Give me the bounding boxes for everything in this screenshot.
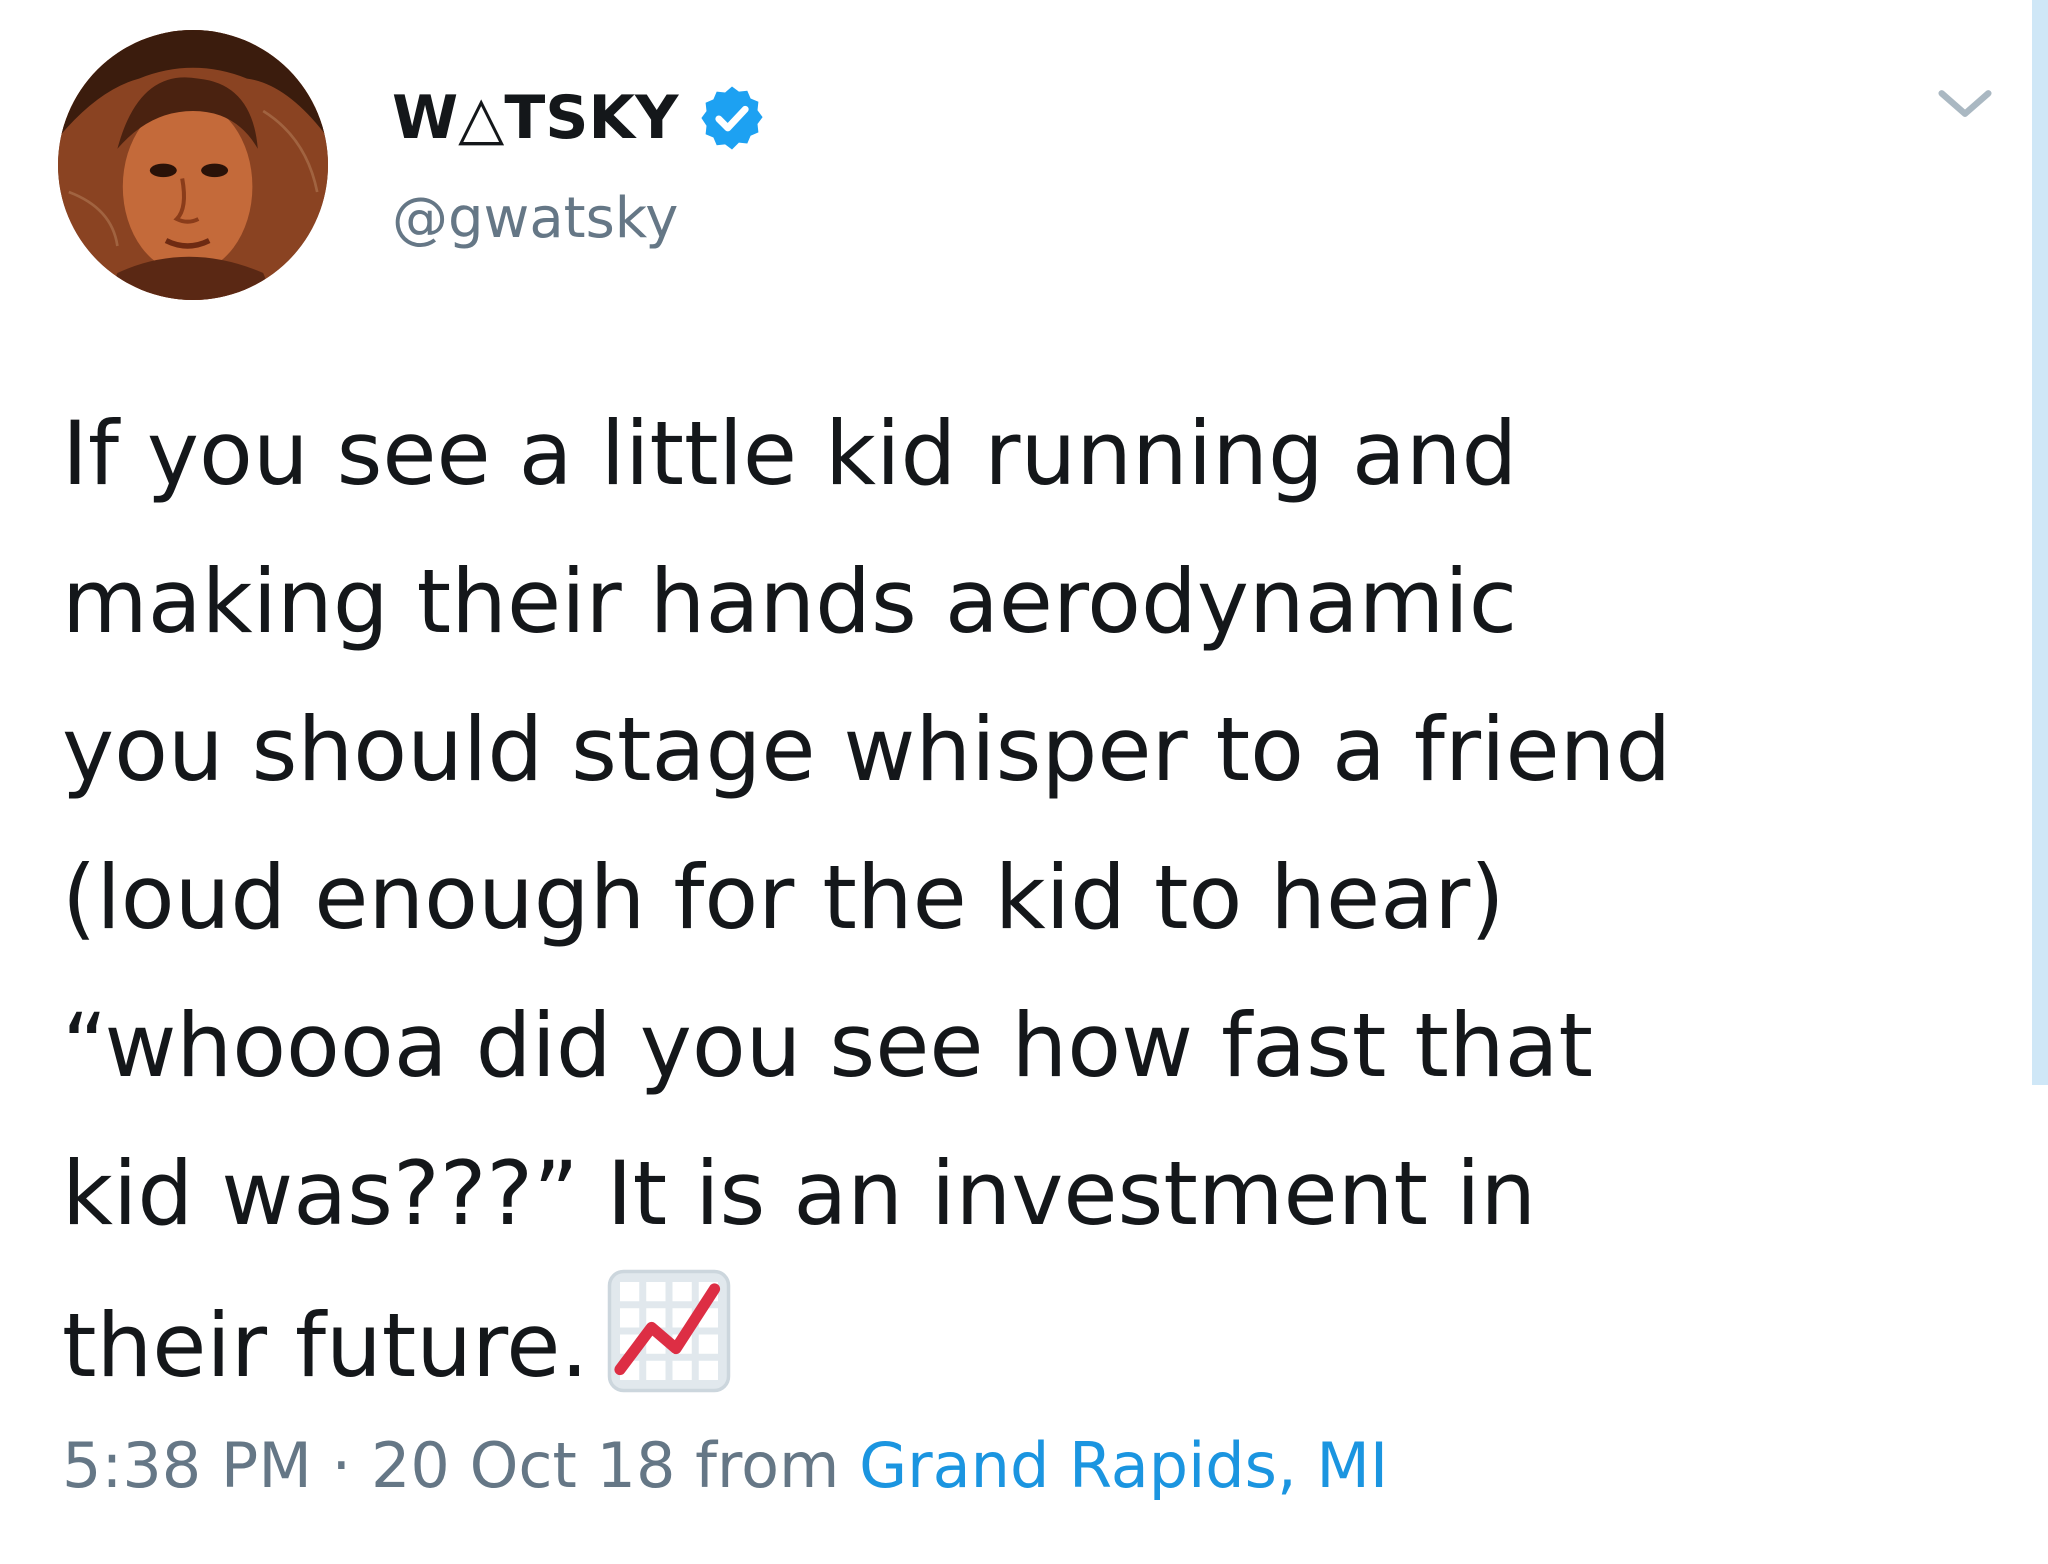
avatar[interactable]	[58, 30, 328, 300]
location-link[interactable]: Grand Rapids, MI	[859, 1429, 1388, 1502]
chart-increasing-icon	[608, 1269, 731, 1393]
tweet-text-line: their future.	[62, 1294, 589, 1397]
chevron-down-icon[interactable]	[1930, 70, 2000, 140]
tweet-time[interactable]: 5:38 PM	[62, 1429, 312, 1502]
tweet-meta: 5:38 PM · 20 Oct 18 from Grand Rapids, M…	[62, 1426, 1388, 1506]
tweet-text-line: If you see a little kid running and	[62, 402, 1518, 505]
tweet-text-line: making their hands aerodynamic	[62, 550, 1518, 653]
tweet-text-line: kid was???” It is an investment in	[62, 1142, 1537, 1245]
scroll-indicator	[2032, 0, 2048, 1085]
tweet-card: W△TSKY @gwatsky If you see a little kid …	[0, 0, 2048, 1564]
tweet-text: If you see a little kid running and maki…	[62, 380, 1942, 1420]
tweet-text-line: you should stage whisper to a friend	[62, 698, 1672, 801]
user-handle[interactable]: @gwatsky	[392, 184, 678, 254]
meta-separator: ·	[331, 1429, 352, 1502]
from-label: from	[695, 1429, 840, 1502]
tweet-text-line: “whoooa did you see how fast that	[62, 994, 1594, 1097]
verified-badge-icon	[701, 86, 764, 150]
tweet-text-line: (loud enough for the kid to hear)	[62, 846, 1505, 949]
tweet-date[interactable]: 20 Oct 18	[371, 1429, 675, 1502]
tweet-text-last-line: their future.	[62, 1268, 1942, 1420]
display-name[interactable]: W△TSKY	[392, 82, 678, 154]
profile-photo	[58, 30, 328, 300]
author-name-row[interactable]: W△TSKY	[392, 82, 768, 154]
